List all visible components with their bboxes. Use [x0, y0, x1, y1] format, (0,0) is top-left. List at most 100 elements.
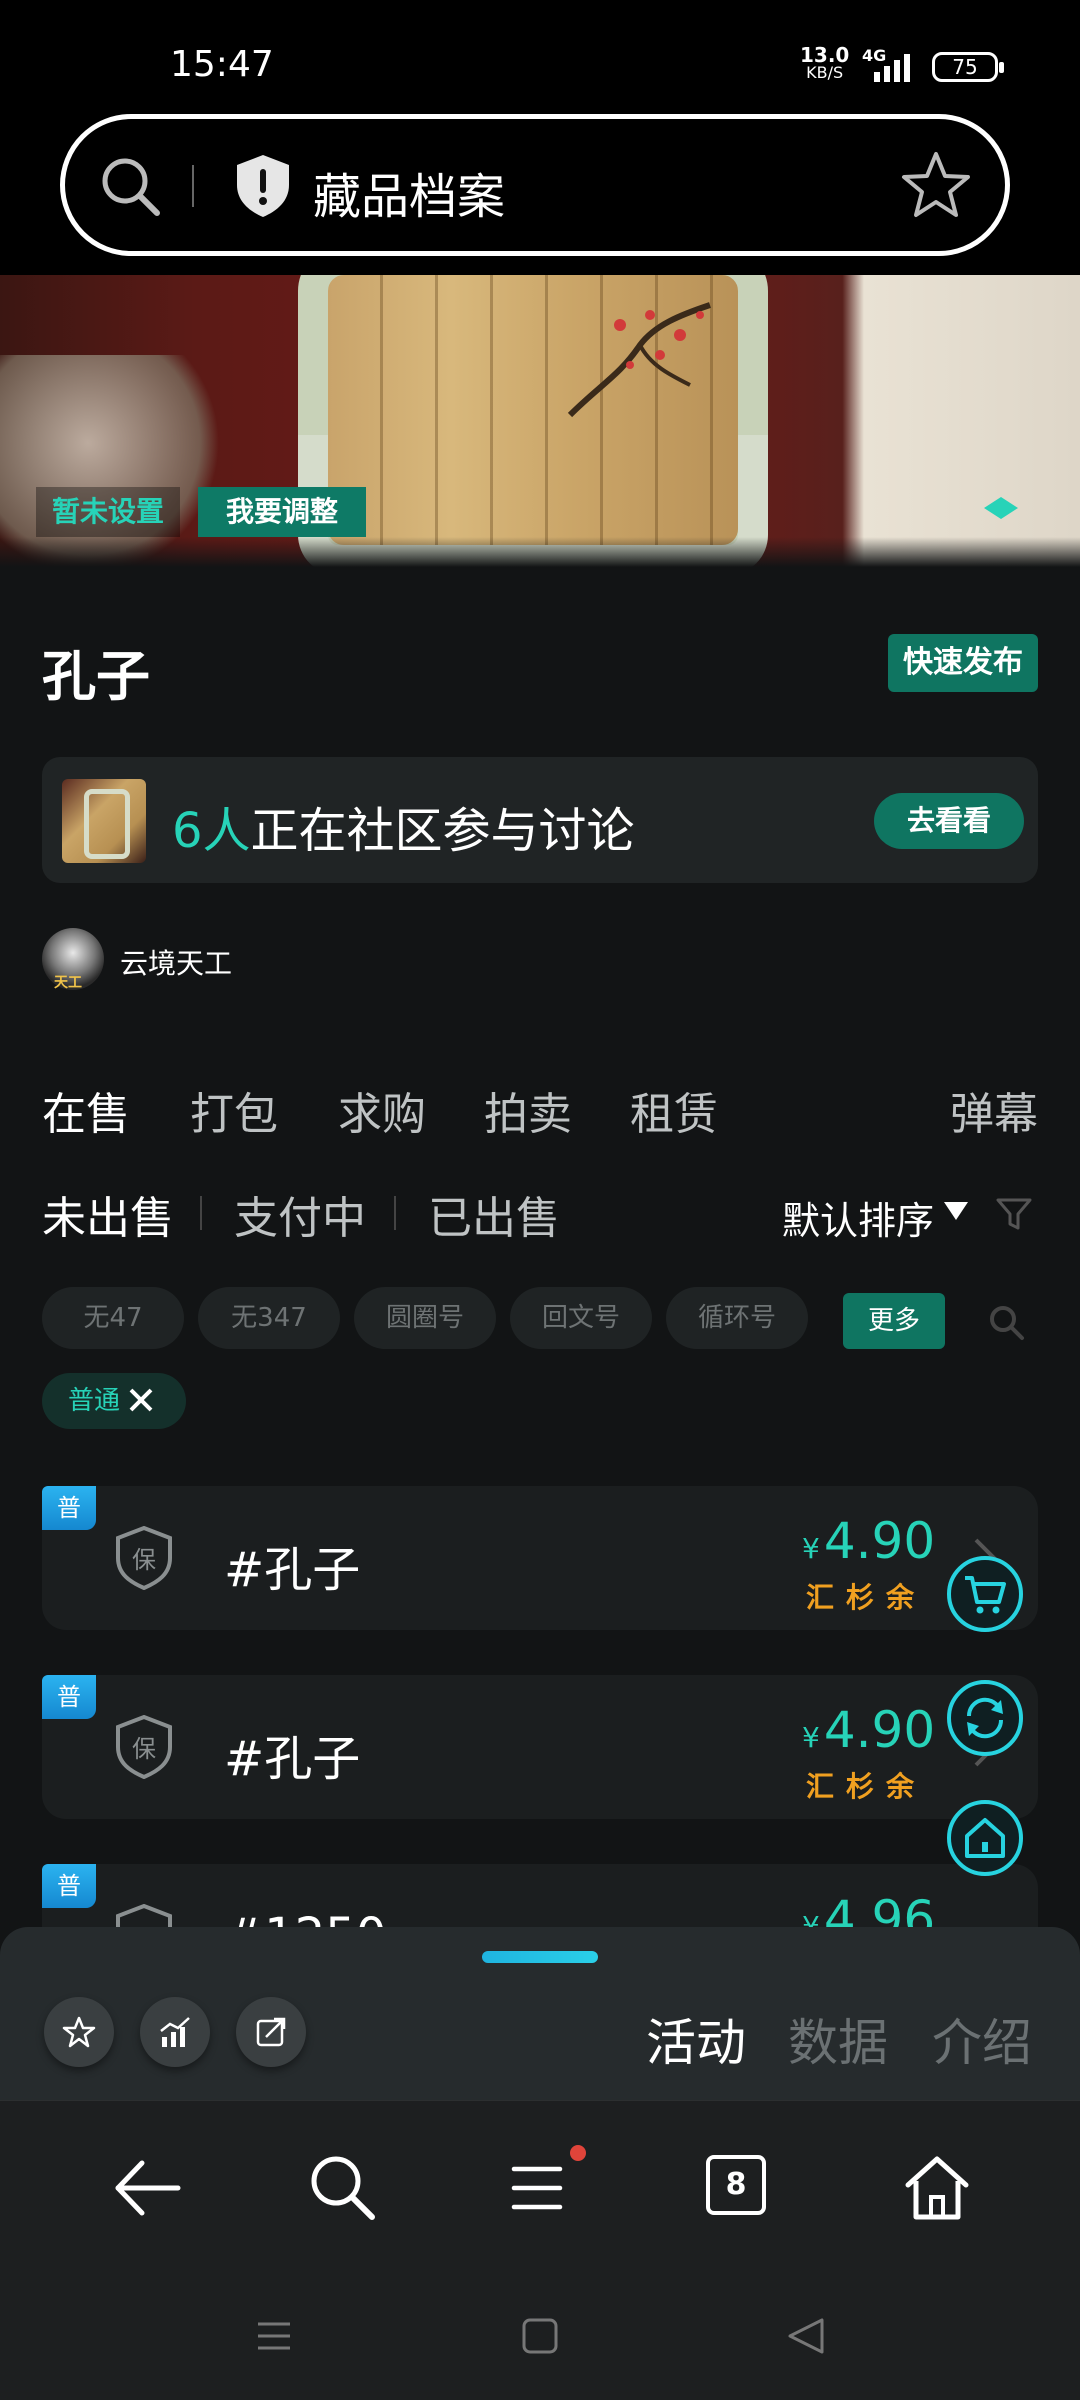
community-count: 6人: [172, 803, 251, 859]
sheet-tab-data[interactable]: 数据: [788, 2003, 888, 2075]
avatar-label: 天工: [54, 975, 82, 991]
currency-symbol: ¥: [802, 1532, 820, 1565]
grade-badge: 普: [42, 1864, 96, 1908]
grade-badge: 普: [42, 1486, 96, 1530]
caret-down-icon[interactable]: [944, 1202, 968, 1220]
search-icon[interactable]: [306, 2151, 380, 2225]
filter-chip-loop[interactable]: 循环号: [666, 1287, 808, 1349]
cart-icon: [965, 1576, 1006, 1614]
status-bar: 15:47 13.0 KB/S 4G 75: [0, 0, 1080, 110]
exchange-label: 汇杉余: [806, 1770, 927, 1803]
close-icon[interactable]: [128, 1387, 154, 1413]
listing-card[interactable]: 普 保 #孔子 ¥4.90 汇杉余: [42, 1675, 1038, 1819]
menu-icon[interactable]: [502, 2151, 576, 2225]
more-filters-button[interactable]: 更多: [843, 1293, 945, 1349]
filter-icon[interactable]: [994, 1194, 1034, 1234]
listing-card[interactable]: 普 保 #孔子 ¥4.90 汇杉余: [42, 1486, 1038, 1630]
danmu-toggle[interactable]: 弹幕: [950, 1078, 1038, 1142]
refresh-icon: [966, 1697, 1004, 1739]
address-bar[interactable]: 藏品档案: [60, 114, 1010, 256]
svg-text:保: 保: [132, 1735, 156, 1763]
listing-name: #孔子: [224, 1542, 361, 1598]
address-separator: [192, 165, 194, 207]
quick-publish-button[interactable]: 快速发布: [888, 634, 1038, 692]
star-icon[interactable]: [900, 149, 972, 221]
top-bar: 藏品档案: [0, 110, 1080, 275]
network-speed-unit: KB/S: [806, 63, 844, 82]
svg-text:保: 保: [132, 1546, 156, 1574]
plum-blossom-decor: [567, 302, 711, 418]
tab-wanted[interactable]: 求购: [338, 1078, 426, 1142]
selected-filter-chip[interactable]: 普通: [42, 1373, 186, 1429]
listing-price-value: 4.90: [823, 1701, 936, 1759]
share-icon: [256, 2017, 286, 2047]
sheet-tab-activity[interactable]: 活动: [646, 2003, 746, 2075]
status-time: 15:47: [170, 44, 274, 85]
listing-name: #孔子: [224, 1731, 361, 1787]
community-label: 正在社区参与讨论: [250, 803, 635, 859]
exchange-label: 汇杉余: [806, 1581, 927, 1614]
subtab-paying[interactable]: 支付中: [234, 1182, 366, 1246]
page-title: 藏品档案: [313, 169, 506, 225]
filter-chip-no47[interactable]: 无47: [42, 1287, 184, 1349]
home-icon[interactable]: [900, 2151, 974, 2225]
community-text: 6人正在社区参与讨论: [172, 791, 635, 861]
refresh-fab[interactable]: [947, 1680, 1023, 1756]
back-arrow-icon[interactable]: [110, 2151, 184, 2225]
tabs-count-button[interactable]: 8: [706, 2155, 766, 2215]
notification-dot: [570, 2145, 586, 2161]
filter-chip-palindrome[interactable]: 回文号: [510, 1287, 652, 1349]
market-tabs: 在售 打包 求购 拍卖 租赁 弹幕: [42, 1078, 1038, 1140]
system-nav-bar: [0, 2270, 1080, 2400]
subtab-divider: [394, 1196, 396, 1230]
collection-banner[interactable]: 暂未设置 我要调整: [0, 275, 1080, 567]
star-icon: [62, 2016, 96, 2048]
home-square-icon[interactable]: [518, 2314, 562, 2358]
avatar[interactable]: 天工: [42, 928, 104, 991]
community-banner[interactable]: 6人正在社区参与讨论 去看看: [42, 757, 1038, 883]
status-subtabs: 未出售 支付中 已出售 默认排序: [42, 1182, 1038, 1245]
collection-title: 孔子: [42, 645, 150, 708]
share-button[interactable]: [236, 1997, 306, 2067]
guarantee-shield-icon: 保: [116, 1715, 172, 1779]
sheet-drag-handle[interactable]: [482, 1951, 598, 1963]
listing-price: ¥4.90: [802, 1701, 935, 1759]
recent-apps-icon[interactable]: [252, 2314, 296, 2358]
go-see-button[interactable]: 去看看: [874, 793, 1024, 849]
browser-toolbar: 8: [0, 2100, 1080, 2270]
favorite-button[interactable]: [44, 1997, 114, 2067]
adjust-button[interactable]: 我要调整: [198, 487, 367, 537]
signal-icon: [874, 54, 910, 82]
tab-bundle[interactable]: 打包: [190, 1078, 278, 1142]
currency-symbol: ¥: [802, 1721, 820, 1754]
subtab-unsold[interactable]: 未出售: [42, 1182, 174, 1246]
diamond-icon: [984, 497, 1018, 519]
sort-dropdown[interactable]: 默认排序: [782, 1190, 934, 1245]
cart-fab[interactable]: [947, 1556, 1023, 1632]
search-icon[interactable]: [986, 1302, 1026, 1342]
tab-on-sale[interactable]: 在售: [42, 1078, 130, 1142]
trend-button[interactable]: [140, 1997, 210, 2067]
search-icon[interactable]: [95, 151, 165, 221]
creator-name[interactable]: 云境天工: [120, 942, 232, 982]
back-triangle-icon[interactable]: [784, 2314, 828, 2358]
filter-chip-no347[interactable]: 无347: [198, 1287, 340, 1349]
bottom-sheet[interactable]: 活动 数据 介绍: [0, 1927, 1080, 2100]
battery-icon: 75: [932, 52, 1004, 82]
grade-badge: 普: [42, 1675, 96, 1719]
selected-filter-label: 普通: [68, 1386, 121, 1416]
tab-auction[interactable]: 拍卖: [484, 1078, 572, 1142]
guarantee-shield-icon: 保: [116, 1526, 172, 1590]
listing-price: ¥4.90: [802, 1512, 935, 1570]
tab-rental[interactable]: 租赁: [630, 1078, 718, 1142]
network-speed: 13.0 KB/S: [800, 45, 849, 82]
unset-tag: 暂未设置: [36, 487, 181, 537]
shield-alert-icon[interactable]: [233, 153, 293, 219]
subtab-divider: [200, 1196, 202, 1230]
community-thumbnail: [62, 779, 146, 863]
filter-chip-circle[interactable]: 圆圈号: [354, 1287, 496, 1349]
subtab-sold[interactable]: 已出售: [428, 1182, 560, 1246]
home-fab[interactable]: [947, 1800, 1023, 1876]
banner-fade: [0, 537, 1080, 567]
sheet-tab-intro[interactable]: 介绍: [932, 2003, 1032, 2075]
